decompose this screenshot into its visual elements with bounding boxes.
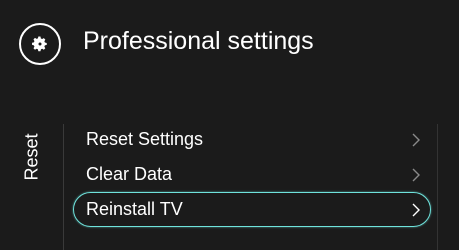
menu-item-reset-settings[interactable]: Reset Settings bbox=[73, 122, 431, 157]
menu-item-label: Reinstall TV bbox=[86, 199, 183, 219]
chevron-right-icon bbox=[412, 203, 420, 216]
gear-icon-glyph bbox=[32, 36, 47, 52]
chevron-right-icon bbox=[412, 133, 420, 146]
menu-item-reinstall-tv[interactable]: Reinstall TV bbox=[73, 192, 431, 227]
divider-right bbox=[437, 124, 438, 250]
gear-icon bbox=[19, 23, 61, 65]
section-label-text: Reset bbox=[22, 133, 42, 181]
menu-item-label: Clear Data bbox=[86, 164, 173, 184]
page-title: Professional settings bbox=[83, 27, 314, 55]
menu-item-label: Reset Settings bbox=[86, 129, 204, 149]
menu-item-clear-data[interactable]: Clear Data bbox=[73, 157, 431, 192]
header: Professional settings bbox=[0, 0, 459, 82]
divider-left bbox=[63, 124, 64, 250]
section-label: Reset bbox=[21, 124, 43, 190]
chevron-right-icon bbox=[412, 168, 420, 181]
reset-menu: Reset Settings Clear Data Reinstall TV bbox=[73, 122, 431, 227]
